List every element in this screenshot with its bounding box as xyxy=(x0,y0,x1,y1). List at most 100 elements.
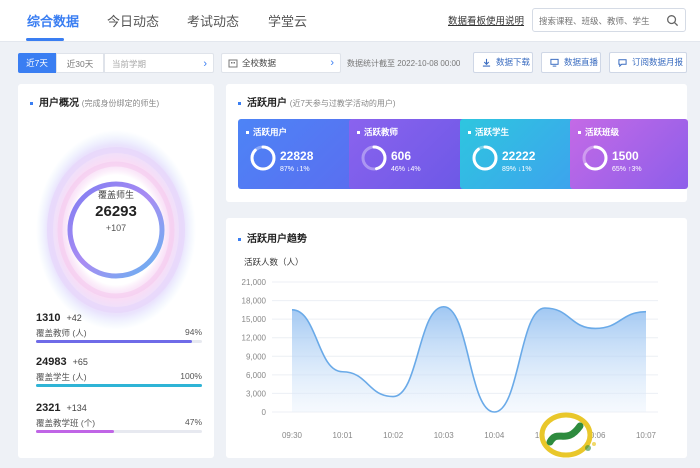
active-card-title-text: 活跃班级 xyxy=(585,127,620,137)
metric-pct: 100% xyxy=(180,371,202,381)
active-subtitle: (近7天参与过教学活动的用户) xyxy=(289,99,396,108)
active-card-title: 活跃学生 xyxy=(468,126,509,138)
trend-title: 活跃用户趋势 xyxy=(238,230,307,245)
building-icon xyxy=(228,59,238,68)
active-card-1[interactable]: 活跃教师 606 46% ↓4% xyxy=(349,119,467,189)
metric-bar-fill xyxy=(36,430,115,433)
subscribe-report-button[interactable]: 订阅数据月报 xyxy=(609,52,687,73)
y-tick-label: 21,000 xyxy=(242,278,267,287)
active-title-text: 活跃用户 xyxy=(247,98,287,109)
y-tick-label: 9,000 xyxy=(246,352,267,361)
y-tick-label: 3,000 xyxy=(246,389,267,398)
active-card-0[interactable]: 活跃用户 22828 87% ↓1% xyxy=(238,119,356,189)
active-donut xyxy=(472,145,498,171)
active-card-value: 606 xyxy=(391,149,412,163)
subscribe-label: 订阅数据月报 xyxy=(632,57,684,67)
y-tick-label: 15,000 xyxy=(242,315,267,324)
y-tick-label: 0 xyxy=(262,408,267,417)
y-tick-label: 18,000 xyxy=(242,297,267,306)
metric-bar-fill xyxy=(36,340,193,343)
term-label: 当前学期 xyxy=(112,59,147,69)
tab-xuetangyun[interactable]: 学堂云 xyxy=(268,11,307,30)
x-tick-label: 10:02 xyxy=(383,431,404,440)
tab-today[interactable]: 今日动态 xyxy=(107,11,159,30)
search-box[interactable] xyxy=(532,8,686,32)
live-label: 数据直播 xyxy=(564,57,599,67)
chart-ylabel: 活跃人数（人） xyxy=(244,257,304,267)
metric-value: 24983 xyxy=(36,356,67,368)
metric-teachers: 1310 +42 覆盖教师 (人) 94% xyxy=(36,308,202,343)
term-select[interactable]: 当前学期 › xyxy=(104,53,214,73)
active-card-title-text: 活跃用户 xyxy=(253,127,288,137)
title-marker xyxy=(238,237,241,241)
y-tick-label: 12,000 xyxy=(242,334,267,343)
metric-value: 2321 xyxy=(36,402,61,414)
metric-delta: +65 xyxy=(72,357,88,367)
ring-value: 26293 xyxy=(95,203,137,220)
metric-label: 覆盖教学班 (个) xyxy=(36,418,96,428)
chat-icon xyxy=(618,59,627,67)
x-tick-label: 09:30 xyxy=(282,431,303,440)
active-card-2[interactable]: 活跃学生 22222 89% ↓1% xyxy=(460,119,578,189)
range-30-days[interactable]: 近30天 xyxy=(56,53,104,73)
active-card-meta: 65% ↑3% xyxy=(612,166,642,173)
metric-delta: +134 xyxy=(66,403,87,413)
active-donut xyxy=(250,145,276,171)
title-dot xyxy=(578,131,581,135)
title-marker xyxy=(30,101,33,105)
trend-title-text: 活跃用户趋势 xyxy=(247,234,307,245)
active-card-3[interactable]: 活跃班级 1500 65% ↑3% xyxy=(570,119,688,189)
overview-title: 用户概况 (完成身份绑定的师生) xyxy=(30,94,159,109)
tab-exam[interactable]: 考试动态 xyxy=(187,11,239,30)
x-tick-label: 10:01 xyxy=(333,431,354,440)
user-overview-card: 用户概况 (完成身份绑定的师生) 覆盖师生 26293 +107 1310 +42… xyxy=(18,84,214,458)
overview-subtitle: (完成身份绑定的师生) xyxy=(81,99,160,108)
range-7-days[interactable]: 近7天 xyxy=(18,53,56,73)
monitor-icon xyxy=(550,58,559,67)
active-card-value: 1500 xyxy=(612,149,639,163)
active-tab-indicator xyxy=(26,38,64,41)
download-label: 数据下载 xyxy=(496,57,531,67)
school-select[interactable]: 全校数据 › xyxy=(221,53,341,73)
metric-label: 覆盖教师 (人) xyxy=(36,328,87,338)
active-donut xyxy=(582,145,608,171)
download-icon xyxy=(482,58,491,67)
metric-delta: +42 xyxy=(66,313,82,323)
metric-bar xyxy=(36,384,202,387)
active-card-meta: 87% ↓1% xyxy=(280,166,310,173)
active-card-meta: 46% ↓4% xyxy=(391,166,421,173)
search-input[interactable] xyxy=(539,13,665,28)
metric-classes: 2321 +134 覆盖教学班 (个) 47% xyxy=(36,398,202,433)
metric-pct: 94% xyxy=(184,327,202,337)
download-button[interactable]: 数据下载 xyxy=(473,52,533,73)
top-nav: 综合数据 今日动态 考试动态 学堂云 数据看板使用说明 xyxy=(0,0,700,42)
active-card-title-text: 活跃教师 xyxy=(364,127,399,137)
active-title: 活跃用户 (近7天参与过教学活动的用户) xyxy=(238,94,396,109)
y-tick-label: 6,000 xyxy=(246,371,267,380)
tab-overview[interactable]: 综合数据 xyxy=(27,11,79,30)
school-label: 全校数据 xyxy=(242,58,277,68)
metric-bar xyxy=(36,430,202,433)
active-card-title: 活跃教师 xyxy=(357,126,398,138)
metric-students: 24983 +65 覆盖学生 (人) 100% xyxy=(36,352,202,387)
x-tick-label: 10:04 xyxy=(484,431,505,440)
title-marker xyxy=(238,101,241,105)
active-donut xyxy=(361,145,387,171)
metric-pct: 47% xyxy=(184,417,202,427)
active-card-title: 活跃班级 xyxy=(578,126,619,138)
active-card-value: 22222 xyxy=(502,149,536,163)
ring-label: 覆盖师生 xyxy=(97,190,134,200)
ring-delta: +107 xyxy=(105,223,127,233)
site-logo-icon xyxy=(539,412,596,458)
chevron-right-icon[interactable]: › xyxy=(203,54,207,74)
metric-bar xyxy=(36,340,202,343)
chevron-right-icon[interactable]: › xyxy=(330,54,334,72)
live-button[interactable]: 数据直播 xyxy=(541,52,601,73)
title-dot xyxy=(246,131,249,135)
stat-date: 数据统计截至 2022-10-08 00:00 xyxy=(347,59,461,68)
search-icon[interactable] xyxy=(666,14,679,27)
guide-link[interactable]: 数据看板使用说明 xyxy=(448,13,524,27)
title-dot xyxy=(468,131,471,135)
trend-chart: 0 3,000 6,000 9,000 12,000 15,000 18,000 21,000… xyxy=(242,278,658,440)
metric-bar-fill xyxy=(36,384,202,387)
